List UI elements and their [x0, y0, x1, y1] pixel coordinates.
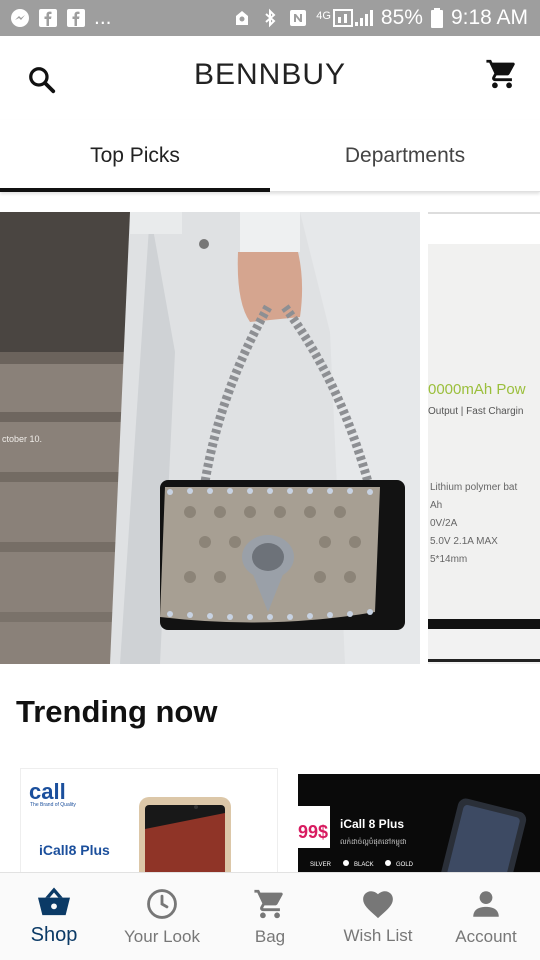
nfc-icon — [290, 10, 307, 26]
nav-label: Bag — [254, 926, 286, 946]
product-card[interactable]: call The Brand of Quality iCall8 Plus — [20, 768, 278, 872]
nav-bag[interactable]: Bag — [216, 873, 324, 960]
product-brand-tagline: The Brand of Quality — [30, 802, 76, 808]
battery-icon — [430, 8, 443, 28]
status-right: 4G 85% 9:18 AM — [232, 6, 528, 30]
color-option: BLACK — [354, 862, 374, 868]
spec-line: 5*14mm — [430, 554, 467, 565]
clock-icon — [147, 888, 177, 919]
person-icon — [473, 890, 499, 917]
clock-time: 9:18 AM — [450, 6, 528, 29]
bluetooth-icon — [265, 8, 276, 28]
spec-line: Ah — [430, 500, 442, 511]
messenger-icon — [11, 9, 29, 27]
nav-shop[interactable]: Shop — [0, 873, 108, 960]
color-option: SILVER — [310, 862, 332, 868]
app-title: BENNBUY — [193, 58, 347, 91]
color-option: GOLD — [396, 862, 414, 868]
hero-carousel[interactable]: ctober 10. 0000mAh Pow Output | Fast Cha… — [0, 212, 540, 664]
product-card[interactable]: 99$ iCall 8 Plus លក់ដាច់ល្អបំផុតនៅកម្ពុជ… — [298, 774, 540, 872]
more-notifications: ... — [94, 6, 112, 29]
handbag-photo: ctober 10. — [0, 212, 420, 664]
nav-label: Account — [455, 926, 517, 946]
bottom-navigation: Shop Your Look Bag Wish List Account — [0, 872, 540, 960]
battery-percent: 85% — [380, 6, 423, 29]
product-brand: call — [29, 779, 66, 804]
nav-wish-list[interactable]: Wish List — [324, 873, 432, 960]
section-title-trending: Trending now — [16, 694, 218, 729]
product-image-icall8: call The Brand of Quality iCall8 Plus — [29, 779, 231, 872]
powerbank-headline: 0000mAh Pow — [428, 381, 526, 398]
powerbank-ad: 0000mAh Pow Output | Fast Chargin Lithiu… — [428, 214, 540, 662]
signal-icon — [332, 9, 373, 27]
product-name: iCall8 Plus — [39, 842, 110, 858]
status-bar: ... 4G 85% 9:18 AM — [0, 0, 540, 36]
carousel-slide-powerbank[interactable]: 0000mAh Pow Output | Fast Chargin Lithiu… — [428, 212, 540, 664]
product-image-icall8-plus: 99$ iCall 8 Plus លក់ដាច់ល្អបំផុតនៅកម្ពុជ… — [298, 774, 540, 872]
app-bar: BENNBUY — [0, 36, 540, 120]
tab-bar: Top Picks Departments — [0, 120, 540, 192]
facebook-icon — [39, 9, 57, 27]
powerbank-subline: Output | Fast Chargin — [428, 406, 523, 417]
cart-icon — [486, 59, 515, 89]
basket-icon — [38, 887, 70, 916]
status-left: ... — [10, 6, 112, 30]
nav-label: Shop — [30, 924, 78, 946]
spec-line: 0V/2A — [430, 518, 458, 529]
network-type: 4G — [316, 10, 331, 22]
nav-label: Your Look — [124, 926, 200, 946]
cart-button[interactable] — [482, 54, 522, 94]
cart-icon — [254, 889, 283, 918]
slide1-caption: ctober 10. — [2, 434, 42, 444]
nav-your-look[interactable]: Your Look — [108, 873, 216, 960]
nav-label: Wish List — [343, 925, 413, 945]
nav-account[interactable]: Account — [432, 873, 540, 960]
heart-icon — [363, 890, 393, 918]
tab-top-picks[interactable]: Top Picks — [0, 120, 270, 192]
product-name: iCall 8 Plus — [340, 817, 404, 831]
spec-line: 5.0V 2.1A MAX — [430, 536, 498, 547]
product-price: 99$ — [298, 822, 328, 842]
trending-list: call The Brand of Quality iCall8 Plus 99… — [20, 768, 540, 872]
facebook-icon — [67, 9, 85, 27]
tab-departments[interactable]: Departments — [270, 120, 540, 191]
carousel-slide-handbag[interactable]: ctober 10. — [0, 212, 420, 664]
alarm-icon — [236, 11, 249, 25]
spec-line: Lithium polymer bat — [430, 482, 517, 493]
